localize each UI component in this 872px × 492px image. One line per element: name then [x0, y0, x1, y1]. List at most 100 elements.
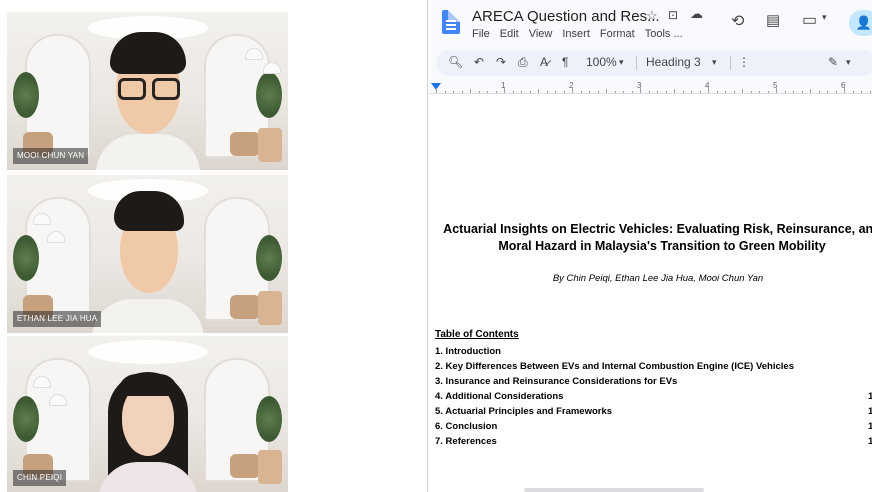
- menu-edit[interactable]: Edit: [500, 28, 519, 40]
- video-tile[interactable]: MOOI CHUN YAN: [7, 12, 288, 170]
- ruler-tick: [844, 88, 845, 93]
- cloud-status-icon[interactable]: ☁: [690, 6, 703, 22]
- ruler-tick: [555, 91, 556, 93]
- ruler-tick: [691, 91, 692, 93]
- ruler-tick: [504, 88, 505, 93]
- undo-icon[interactable]: ↶: [474, 55, 484, 69]
- comments-icon[interactable]: ▤: [766, 11, 780, 29]
- meet-dropdown-icon[interactable]: ▾: [822, 12, 827, 23]
- video-tile[interactable]: CHIN PEIQI: [7, 336, 288, 492]
- zoom-dropdown-icon[interactable]: ▾: [619, 57, 624, 68]
- ruler-tick: [495, 91, 497, 93]
- hair: [109, 32, 186, 74]
- lamp: [245, 48, 263, 60]
- pedestal: [258, 291, 282, 325]
- ruler-tick: [733, 91, 735, 93]
- ruler-tick: [674, 89, 675, 93]
- version-history-icon[interactable]: ⟲: [731, 11, 744, 31]
- ruler-tick: [682, 91, 684, 93]
- toc-entry[interactable]: 7. References 1: [435, 436, 872, 451]
- toc-entry[interactable]: 5. Actuarial Principles and Frameworks 1: [435, 406, 872, 421]
- ruler-tick: [861, 91, 862, 93]
- plant: [13, 235, 39, 281]
- toc-entry[interactable]: 3. Insurance and Reinsurance Considerati…: [435, 376, 872, 391]
- share-person-icon: 👤: [855, 15, 872, 30]
- menu-insert[interactable]: Insert: [562, 28, 590, 40]
- star-icon[interactable]: ☆: [646, 8, 658, 24]
- docs-logo-icon[interactable]: [442, 10, 460, 34]
- toc-label: 6. Conclusion: [435, 421, 498, 432]
- video-panel: MOOI CHUN YAN ETHAN LEE JIA HUA CHIN PEI…: [0, 0, 427, 492]
- plant: [13, 72, 39, 118]
- ceiling-light: [87, 340, 208, 364]
- search-menus-icon[interactable]: 🔍︎: [448, 55, 463, 69]
- ruler-tick: [716, 91, 718, 93]
- more-options-icon[interactable]: ⋮: [738, 55, 750, 69]
- participant-name: ETHAN LEE JIA HUA: [13, 311, 102, 327]
- menu-tools[interactable]: Tools ...: [645, 28, 683, 40]
- ruler-tick: [572, 88, 573, 93]
- document-page[interactable]: Actuarial Insights on Electric Vehicles:…: [428, 94, 872, 492]
- ruler-tick: [563, 91, 565, 93]
- zoom-select[interactable]: 100%: [586, 55, 617, 69]
- menu-view[interactable]: View: [529, 28, 553, 40]
- authors-line[interactable]: By Chin Peiqi, Ethan Lee Jia Hua, Mooi C…: [428, 273, 872, 284]
- ruler-tick: [869, 91, 871, 93]
- toc-page-number: 1: [868, 406, 872, 417]
- ruler-tick: [487, 91, 488, 93]
- video-tile[interactable]: ETHAN LEE JIA HUA: [7, 175, 288, 333]
- ruler-tick: [725, 91, 726, 93]
- ruler-tick: [589, 91, 590, 93]
- style-select[interactable]: Heading 3: [646, 55, 701, 69]
- toc-entry[interactable]: 2. Key Differences Between EVs and Inter…: [435, 361, 872, 376]
- chair: [230, 132, 260, 156]
- ruler-tick: [801, 91, 803, 93]
- move-folder-icon[interactable]: ⊡: [668, 8, 678, 22]
- spellcheck-icon[interactable]: A̷: [540, 55, 548, 69]
- hair-fringe: [117, 374, 178, 396]
- meet-video-icon[interactable]: ▭: [802, 10, 817, 30]
- docs-window: ARECA Question and Res... ☆ ⊡ ☁ File Edi…: [427, 0, 872, 492]
- ruler-tick: [793, 91, 794, 93]
- toc-entry[interactable]: 1. Introduction: [435, 346, 872, 361]
- ruler-tick: [827, 91, 828, 93]
- document-title[interactable]: ARECA Question and Res...: [472, 8, 660, 25]
- plant: [256, 396, 282, 442]
- editing-mode-dropdown-icon[interactable]: ▾: [846, 57, 851, 68]
- plant: [13, 396, 39, 442]
- ruler-tick: [453, 91, 454, 93]
- horizontal-scrollbar[interactable]: [524, 488, 704, 492]
- lamp: [33, 213, 51, 225]
- participant-name: CHIN PEIQI: [13, 470, 67, 486]
- ruler-tick: [818, 91, 820, 93]
- ruler-tick: [606, 89, 607, 93]
- document-heading[interactable]: Actuarial Insights on Electric Vehicles:…: [442, 221, 872, 255]
- print-icon[interactable]: ⎙: [518, 55, 528, 70]
- editing-toolbar: 🔍︎ ↶ ↷ ⎙ A̷ ¶ 100% ▾ Heading 3 ▾ ⋮ ✎ ▾: [436, 50, 872, 76]
- ruler-tick: [444, 91, 446, 93]
- ruler[interactable]: 1 2 3 4 5 6: [428, 81, 872, 94]
- paint-format-icon[interactable]: ¶: [562, 55, 568, 69]
- chair: [230, 295, 260, 319]
- docs-logo-line: [446, 24, 456, 26]
- ruler-tick: [470, 89, 471, 93]
- menu-format[interactable]: Format: [600, 28, 635, 40]
- docs-logo-line: [446, 28, 456, 30]
- ruler-tick: [529, 91, 531, 93]
- redo-icon[interactable]: ↷: [496, 55, 506, 69]
- menu-file[interactable]: File: [472, 28, 490, 40]
- ruler-tick: [835, 91, 837, 93]
- ruler-tick: [631, 91, 633, 93]
- ruler-tick: [742, 89, 743, 93]
- toc-entry[interactable]: 4. Additional Considerations 1: [435, 391, 872, 406]
- ruler-tick: [521, 91, 522, 93]
- chair: [230, 454, 260, 478]
- toc-heading[interactable]: Table of Contents: [435, 329, 519, 340]
- heading-line: Actuarial Insights on Electric Vehicles:…: [443, 222, 872, 236]
- toc-label: 3. Insurance and Reinsurance Considerati…: [435, 376, 678, 387]
- toc-entry[interactable]: 6. Conclusion 1: [435, 421, 872, 436]
- editing-mode-pencil-icon[interactable]: ✎: [828, 55, 838, 69]
- style-dropdown-icon[interactable]: ▾: [712, 57, 717, 68]
- share-button[interactable]: 👤: [849, 10, 872, 36]
- toc-label: 2. Key Differences Between EVs and Inter…: [435, 361, 794, 372]
